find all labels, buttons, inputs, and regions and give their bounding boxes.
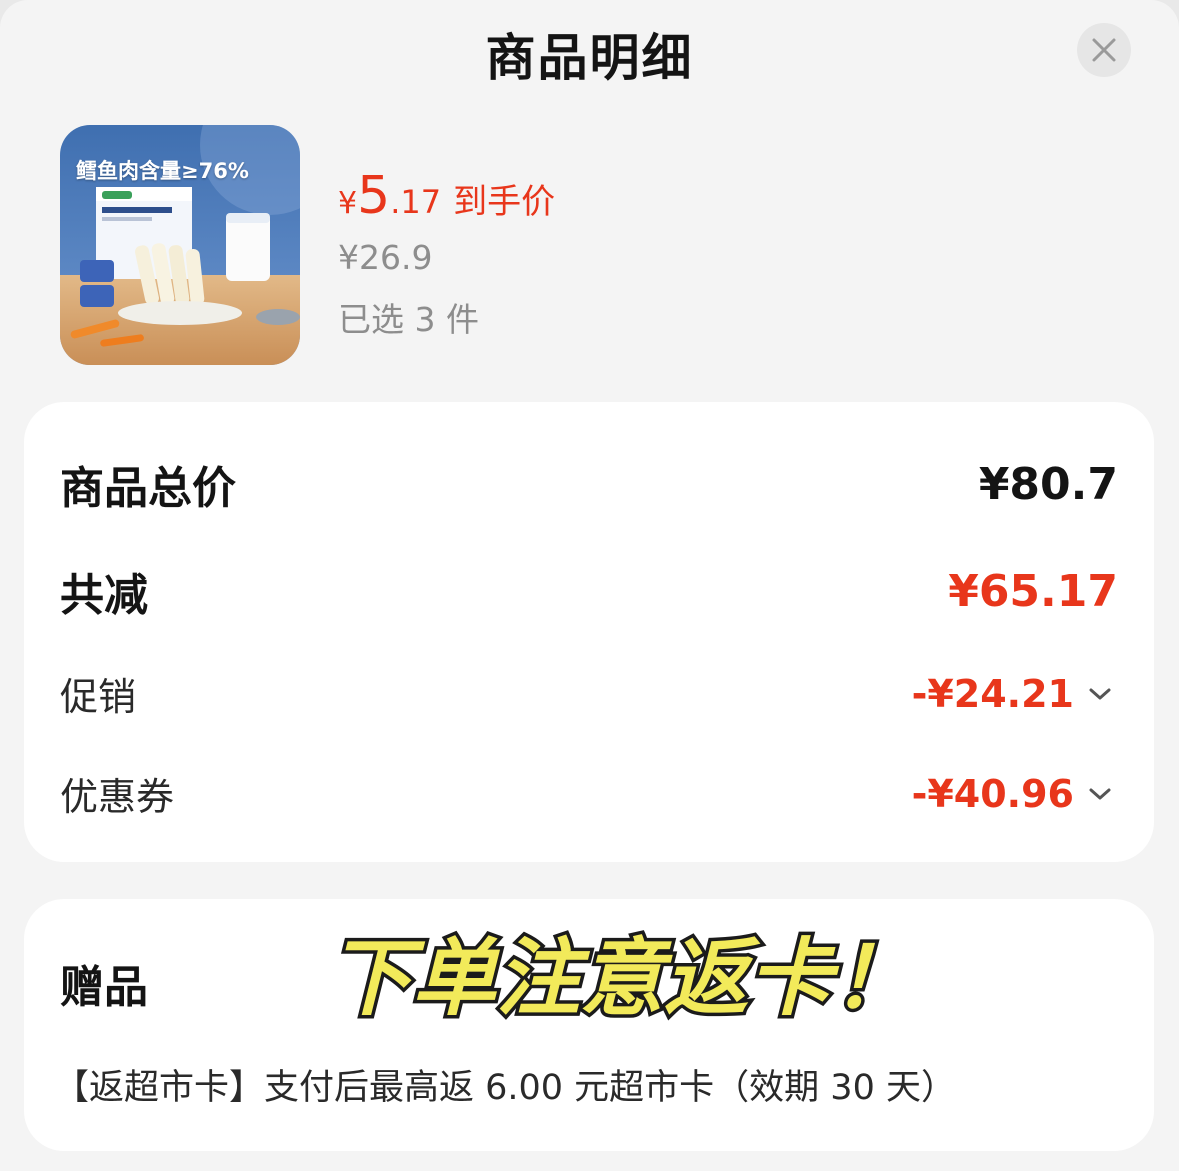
final-price-label: 到手价: [453, 182, 556, 222]
product-image[interactable]: 鳕鱼肉含量≥76%: [60, 125, 300, 365]
final-price-decimal: .17: [390, 183, 442, 221]
promotion-label: 促销: [60, 675, 137, 719]
promotion-value: -¥24.21: [911, 671, 1074, 716]
product-detail-sheet: 商品明细 鳕鱼肉含量≥76% ¥5.17 到手价 ¥26.9 已选 3 件 商品…: [0, 0, 1179, 1171]
page-title: 商品明细: [485, 29, 694, 87]
chevron-down-icon[interactable]: [1082, 676, 1118, 712]
selected-count: 已选 3 件: [338, 300, 479, 339]
gift-banner-overlay: 下单注意返卡！: [332, 926, 912, 1031]
product-image-caption: 鳕鱼肉含量≥76%: [76, 159, 249, 183]
gift-title: 赠品: [60, 962, 148, 1013]
close-icon: [1092, 38, 1116, 62]
promotion-row[interactable]: 促销 -¥24.21: [60, 666, 1118, 721]
final-price: ¥5.17 到手价: [338, 166, 555, 226]
final-price-integer: 5: [357, 166, 391, 226]
gift-description: 【返超市卡】支付后最高返 6.00 元超市卡（效期 30 天）: [54, 1068, 956, 1108]
coupon-value: -¥40.96: [911, 771, 1074, 816]
gift-card: 赠品 下单注意返卡！ 【返超市卡】支付后最高返 6.00 元超市卡（效期 30 …: [24, 899, 1154, 1151]
close-button[interactable]: [1077, 23, 1131, 77]
total-price-row: 商品总价 ¥80.7: [60, 452, 1118, 516]
total-price-label: 商品总价: [60, 463, 236, 514]
original-price: ¥26.9: [338, 238, 433, 277]
total-reduction-label: 共减: [60, 570, 148, 621]
coupon-row[interactable]: 优惠券 -¥40.96: [60, 766, 1118, 821]
promotion-amount-group: -¥24.21: [912, 672, 1118, 716]
coupon-amount-group: -¥40.96: [912, 772, 1118, 816]
total-reduction-row: 共减 ¥65.17: [60, 559, 1118, 623]
total-reduction-value: ¥65.17: [948, 565, 1118, 617]
total-price-value: ¥80.7: [978, 458, 1118, 510]
coupon-label: 优惠券: [60, 775, 175, 819]
chevron-down-icon[interactable]: [1082, 776, 1118, 812]
final-price-currency: ¥: [338, 186, 358, 221]
gift-banner-text: 下单注意返卡！: [332, 929, 912, 1027]
price-summary-card: 商品总价 ¥80.7 共减 ¥65.17 促销 -¥24.21 优惠券 -¥40…: [24, 402, 1154, 862]
